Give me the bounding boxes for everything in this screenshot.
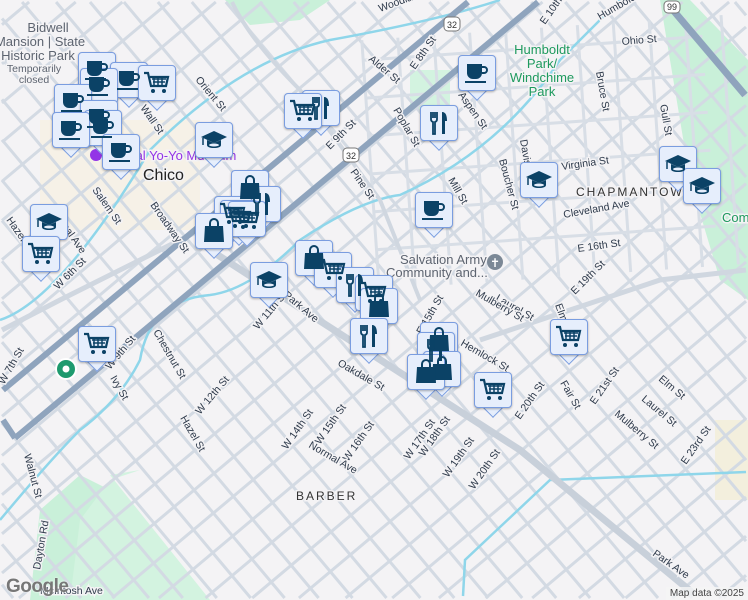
graduation-cap-marker[interactable] <box>195 122 233 168</box>
shopping-cart-icon <box>284 93 322 129</box>
map-attribution[interactable]: Map data ©2025 <box>665 587 748 600</box>
graduation-cap-icon <box>30 204 68 240</box>
shopping-cart-icon <box>474 372 512 408</box>
coffee-cup-icon <box>458 55 496 91</box>
shopping-cart-marker[interactable] <box>138 65 176 111</box>
shopping-cart-marker[interactable] <box>78 326 116 372</box>
google-logo: Google <box>6 576 69 597</box>
fork-knife-icon <box>350 318 388 354</box>
marker-layer <box>0 0 748 600</box>
shopping-cart-icon <box>138 65 176 101</box>
shopping-cart-marker[interactable] <box>550 319 588 365</box>
graduation-cap-icon <box>520 162 558 198</box>
graduation-cap-marker[interactable] <box>250 262 288 308</box>
shopping-cart-icon <box>78 326 116 362</box>
coffee-cup-marker[interactable] <box>102 134 140 180</box>
shopping-cart-marker[interactable] <box>474 372 512 418</box>
graduation-cap-icon <box>195 122 233 158</box>
coffee-cup-icon <box>102 134 140 170</box>
coffee-cup-marker[interactable] <box>458 55 496 101</box>
coffee-cup-marker[interactable] <box>52 112 90 158</box>
shopping-cart-marker[interactable] <box>22 236 60 282</box>
graduation-cap-icon <box>250 262 288 298</box>
coffee-cup-marker[interactable] <box>415 192 453 238</box>
fork-knife-marker[interactable] <box>420 105 458 151</box>
coffee-cup-icon <box>415 192 453 228</box>
graduation-cap-marker[interactable] <box>683 168 721 214</box>
shopping-cart-marker[interactable] <box>228 201 266 247</box>
graduation-cap-marker[interactable] <box>520 162 558 208</box>
fork-knife-marker[interactable] <box>350 318 388 364</box>
shopping-cart-marker[interactable] <box>284 93 322 139</box>
coffee-cup-icon <box>52 112 90 148</box>
fork-knife-icon <box>420 105 458 141</box>
shopping-cart-icon <box>228 201 266 237</box>
shopping-cart-icon <box>550 319 588 355</box>
shopping-cart-icon <box>22 236 60 272</box>
